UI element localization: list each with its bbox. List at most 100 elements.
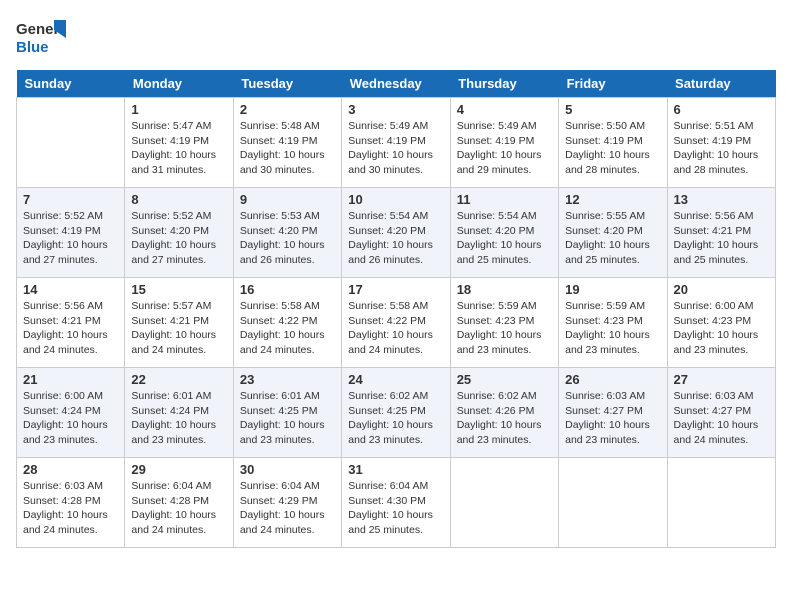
- day-info: Sunrise: 6:01 AM Sunset: 4:25 PM Dayligh…: [240, 389, 335, 448]
- day-info: Sunrise: 5:50 AM Sunset: 4:19 PM Dayligh…: [565, 119, 660, 178]
- calendar-cell: 27 Sunrise: 6:03 AM Sunset: 4:27 PM Dayli…: [667, 368, 775, 458]
- day-number: 5: [565, 102, 660, 117]
- day-info: Sunrise: 5:59 AM Sunset: 4:23 PM Dayligh…: [457, 299, 552, 358]
- calendar-cell: 1 Sunrise: 5:47 AM Sunset: 4:19 PM Daylig…: [125, 98, 233, 188]
- calendar-cell: 12 Sunrise: 5:55 AM Sunset: 4:20 PM Dayli…: [559, 188, 667, 278]
- day-number: 17: [348, 282, 443, 297]
- day-info: Sunrise: 5:54 AM Sunset: 4:20 PM Dayligh…: [348, 209, 443, 268]
- calendar-cell: 13 Sunrise: 5:56 AM Sunset: 4:21 PM Dayli…: [667, 188, 775, 278]
- calendar-header-saturday: Saturday: [667, 70, 775, 98]
- calendar-cell: 10 Sunrise: 5:54 AM Sunset: 4:20 PM Dayli…: [342, 188, 450, 278]
- day-info: Sunrise: 5:49 AM Sunset: 4:19 PM Dayligh…: [348, 119, 443, 178]
- calendar-week-row: 28 Sunrise: 6:03 AM Sunset: 4:28 PM Dayli…: [17, 458, 776, 548]
- day-info: Sunrise: 5:52 AM Sunset: 4:19 PM Dayligh…: [23, 209, 118, 268]
- calendar-cell: 11 Sunrise: 5:54 AM Sunset: 4:20 PM Dayli…: [450, 188, 558, 278]
- calendar-cell: 7 Sunrise: 5:52 AM Sunset: 4:19 PM Daylig…: [17, 188, 125, 278]
- calendar-cell: 26 Sunrise: 6:03 AM Sunset: 4:27 PM Dayli…: [559, 368, 667, 458]
- day-info: Sunrise: 6:03 AM Sunset: 4:27 PM Dayligh…: [565, 389, 660, 448]
- calendar-header-tuesday: Tuesday: [233, 70, 341, 98]
- day-info: Sunrise: 6:01 AM Sunset: 4:24 PM Dayligh…: [131, 389, 226, 448]
- calendar-table: SundayMondayTuesdayWednesdayThursdayFrid…: [16, 70, 776, 548]
- calendar-cell: 14 Sunrise: 5:56 AM Sunset: 4:21 PM Dayli…: [17, 278, 125, 368]
- day-info: Sunrise: 5:52 AM Sunset: 4:20 PM Dayligh…: [131, 209, 226, 268]
- day-number: 4: [457, 102, 552, 117]
- calendar-week-row: 21 Sunrise: 6:00 AM Sunset: 4:24 PM Dayli…: [17, 368, 776, 458]
- day-info: Sunrise: 6:02 AM Sunset: 4:26 PM Dayligh…: [457, 389, 552, 448]
- day-info: Sunrise: 5:56 AM Sunset: 4:21 PM Dayligh…: [674, 209, 769, 268]
- day-info: Sunrise: 6:03 AM Sunset: 4:28 PM Dayligh…: [23, 479, 118, 538]
- calendar-cell: [667, 458, 775, 548]
- logo-svg: GeneralBlue: [16, 16, 66, 60]
- calendar-header-row: SundayMondayTuesdayWednesdayThursdayFrid…: [17, 70, 776, 98]
- calendar-header-sunday: Sunday: [17, 70, 125, 98]
- day-number: 28: [23, 462, 118, 477]
- calendar-cell: [559, 458, 667, 548]
- calendar-cell: 8 Sunrise: 5:52 AM Sunset: 4:20 PM Daylig…: [125, 188, 233, 278]
- day-info: Sunrise: 6:04 AM Sunset: 4:28 PM Dayligh…: [131, 479, 226, 538]
- day-info: Sunrise: 5:54 AM Sunset: 4:20 PM Dayligh…: [457, 209, 552, 268]
- day-number: 19: [565, 282, 660, 297]
- day-number: 1: [131, 102, 226, 117]
- day-number: 30: [240, 462, 335, 477]
- day-number: 20: [674, 282, 769, 297]
- day-number: 29: [131, 462, 226, 477]
- day-info: Sunrise: 5:53 AM Sunset: 4:20 PM Dayligh…: [240, 209, 335, 268]
- day-number: 21: [23, 372, 118, 387]
- calendar-cell: 9 Sunrise: 5:53 AM Sunset: 4:20 PM Daylig…: [233, 188, 341, 278]
- day-number: 2: [240, 102, 335, 117]
- calendar-cell: 16Sunrise: 5:58 AM Sunset: 4:22 PM Dayli…: [233, 278, 341, 368]
- calendar-cell: 28 Sunrise: 6:03 AM Sunset: 4:28 PM Dayli…: [17, 458, 125, 548]
- day-info: Sunrise: 5:51 AM Sunset: 4:19 PM Dayligh…: [674, 119, 769, 178]
- calendar-cell: 22 Sunrise: 6:01 AM Sunset: 4:24 PM Dayli…: [125, 368, 233, 458]
- calendar-week-row: 1 Sunrise: 5:47 AM Sunset: 4:19 PM Daylig…: [17, 98, 776, 188]
- day-info: Sunrise: 5:55 AM Sunset: 4:20 PM Dayligh…: [565, 209, 660, 268]
- day-number: 26: [565, 372, 660, 387]
- calendar-cell: 31Sunrise: 6:04 AM Sunset: 4:30 PM Dayli…: [342, 458, 450, 548]
- day-info: Sunrise: 5:59 AM Sunset: 4:23 PM Dayligh…: [565, 299, 660, 358]
- day-info: Sunrise: 6:00 AM Sunset: 4:23 PM Dayligh…: [674, 299, 769, 358]
- day-info: Sunrise: 6:00 AM Sunset: 4:24 PM Dayligh…: [23, 389, 118, 448]
- day-number: 12: [565, 192, 660, 207]
- calendar-cell: 30 Sunrise: 6:04 AM Sunset: 4:29 PM Dayli…: [233, 458, 341, 548]
- calendar-header-thursday: Thursday: [450, 70, 558, 98]
- page-header: GeneralBlue: [16, 16, 776, 60]
- day-number: 25: [457, 372, 552, 387]
- calendar-cell: [17, 98, 125, 188]
- day-number: 8: [131, 192, 226, 207]
- calendar-cell: 4 Sunrise: 5:49 AM Sunset: 4:19 PM Daylig…: [450, 98, 558, 188]
- day-number: 9: [240, 192, 335, 207]
- day-number: 7: [23, 192, 118, 207]
- calendar-header-friday: Friday: [559, 70, 667, 98]
- calendar-cell: 2Sunrise: 5:48 AM Sunset: 4:19 PM Daylig…: [233, 98, 341, 188]
- day-number: 3: [348, 102, 443, 117]
- calendar-cell: 5 Sunrise: 5:50 AM Sunset: 4:19 PM Daylig…: [559, 98, 667, 188]
- day-info: Sunrise: 5:47 AM Sunset: 4:19 PM Dayligh…: [131, 119, 226, 178]
- day-number: 11: [457, 192, 552, 207]
- day-info: Sunrise: 5:56 AM Sunset: 4:21 PM Dayligh…: [23, 299, 118, 358]
- calendar-cell: 18Sunrise: 5:59 AM Sunset: 4:23 PM Dayli…: [450, 278, 558, 368]
- calendar-cell: 21 Sunrise: 6:00 AM Sunset: 4:24 PM Dayli…: [17, 368, 125, 458]
- calendar-header-monday: Monday: [125, 70, 233, 98]
- day-info: Sunrise: 6:04 AM Sunset: 4:29 PM Dayligh…: [240, 479, 335, 538]
- day-info: Sunrise: 5:57 AM Sunset: 4:21 PM Dayligh…: [131, 299, 226, 358]
- calendar-cell: 6Sunrise: 5:51 AM Sunset: 4:19 PM Daylig…: [667, 98, 775, 188]
- calendar-cell: 25 Sunrise: 6:02 AM Sunset: 4:26 PM Dayli…: [450, 368, 558, 458]
- calendar-cell: 19 Sunrise: 5:59 AM Sunset: 4:23 PM Dayli…: [559, 278, 667, 368]
- day-info: Sunrise: 6:03 AM Sunset: 4:27 PM Dayligh…: [674, 389, 769, 448]
- day-number: 14: [23, 282, 118, 297]
- day-number: 23: [240, 372, 335, 387]
- day-number: 15: [131, 282, 226, 297]
- day-info: Sunrise: 5:49 AM Sunset: 4:19 PM Dayligh…: [457, 119, 552, 178]
- day-number: 13: [674, 192, 769, 207]
- logo: GeneralBlue: [16, 16, 66, 60]
- day-number: 27: [674, 372, 769, 387]
- day-info: Sunrise: 5:58 AM Sunset: 4:22 PM Dayligh…: [348, 299, 443, 358]
- day-number: 10: [348, 192, 443, 207]
- calendar-cell: 24 Sunrise: 6:02 AM Sunset: 4:25 PM Dayli…: [342, 368, 450, 458]
- calendar-week-row: 14 Sunrise: 5:56 AM Sunset: 4:21 PM Dayli…: [17, 278, 776, 368]
- day-info: Sunrise: 6:04 AM Sunset: 4:30 PM Dayligh…: [348, 479, 443, 538]
- day-number: 24: [348, 372, 443, 387]
- day-info: Sunrise: 6:02 AM Sunset: 4:25 PM Dayligh…: [348, 389, 443, 448]
- day-number: 22: [131, 372, 226, 387]
- calendar-cell: 29 Sunrise: 6:04 AM Sunset: 4:28 PM Dayli…: [125, 458, 233, 548]
